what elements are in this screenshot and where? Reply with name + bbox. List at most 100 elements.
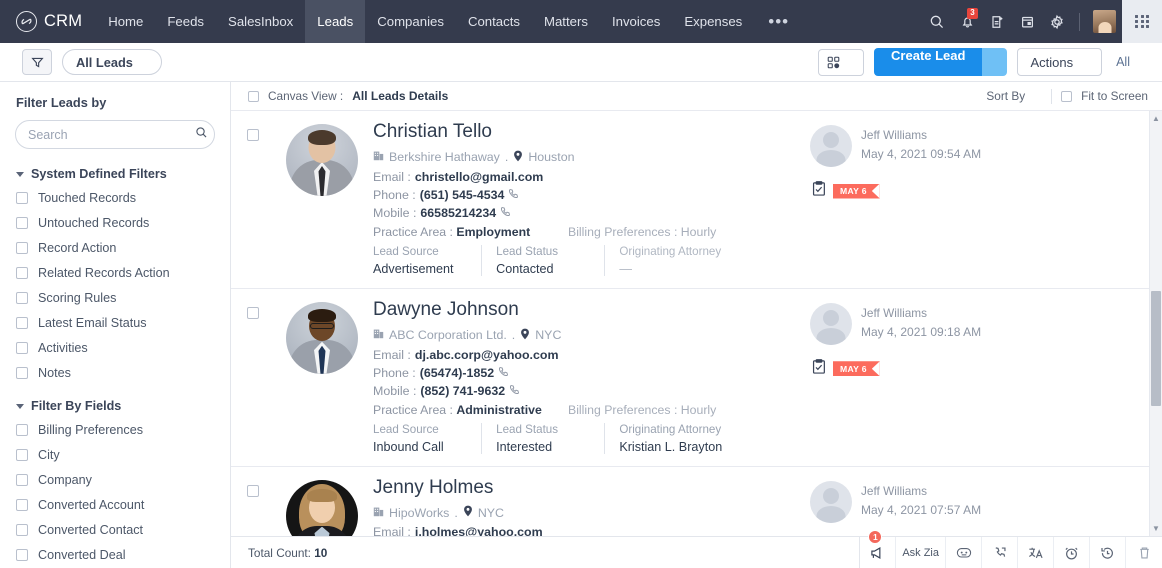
filter-item-converted-account[interactable]: Converted Account: [0, 492, 230, 517]
call-icon[interactable]: [500, 206, 511, 220]
checkbox[interactable]: [16, 316, 28, 329]
scrollbar-track[interactable]: [1150, 126, 1162, 521]
chat-bot-icon[interactable]: [946, 536, 982, 568]
funnel-icon[interactable]: [22, 49, 52, 75]
trash-icon[interactable]: [1126, 537, 1162, 568]
filter-item-activities[interactable]: Activities: [0, 335, 230, 360]
nav-item-contacts[interactable]: Contacts: [456, 0, 532, 43]
history-icon[interactable]: [1090, 536, 1126, 568]
owner-avatar[interactable]: [810, 125, 852, 167]
nav-item-feeds[interactable]: Feeds: [155, 0, 216, 43]
checkbox[interactable]: [16, 548, 28, 561]
checkbox[interactable]: [16, 266, 28, 279]
filter-item-untouched-records[interactable]: Untouched Records: [0, 210, 230, 235]
scroll-down-icon[interactable]: ▼: [1152, 521, 1160, 536]
brand[interactable]: CRM: [0, 0, 96, 43]
email-value[interactable]: j.holmes@yahoo.com: [415, 525, 543, 536]
task-checklist-icon[interactable]: [812, 181, 826, 201]
email-value[interactable]: christello@gmail.com: [415, 170, 543, 184]
actions-button[interactable]: Actions: [1017, 48, 1103, 76]
table-row[interactable]: Dawyne Johnson ABC Corporation Ltd. . NY…: [231, 289, 1162, 467]
all-filter-dropdown[interactable]: All: [1112, 55, 1148, 69]
filter-item-billing-preferences[interactable]: Billing Preferences: [0, 417, 230, 442]
create-lead-dropdown-icon[interactable]: [982, 48, 1008, 76]
scrollbar-thumb[interactable]: [1151, 291, 1161, 406]
filter-item-notes[interactable]: Notes: [0, 360, 230, 385]
filter-item-record-action[interactable]: Record Action: [0, 235, 230, 260]
owner-avatar[interactable]: [810, 302, 852, 345]
checkbox[interactable]: [16, 216, 28, 229]
filter-item-converted-contact[interactable]: Converted Contact: [0, 517, 230, 542]
nav-item-matters[interactable]: Matters: [532, 0, 600, 43]
translate-icon[interactable]: [1018, 536, 1054, 568]
filter-item-latest-email-status[interactable]: Latest Email Status: [0, 310, 230, 335]
record-name[interactable]: Jenny Holmes: [373, 477, 792, 500]
nav-more-button[interactable]: •••: [754, 0, 803, 43]
nav-item-salesinbox[interactable]: SalesInbox: [216, 0, 305, 43]
search-input-box[interactable]: [15, 120, 215, 149]
table-row[interactable]: Christian Tello Berkshire Hathaway . Hou…: [231, 111, 1162, 289]
timer-icon[interactable]: [1054, 536, 1090, 568]
row-checkbox[interactable]: [246, 129, 259, 141]
table-row[interactable]: Jenny Holmes HipoWorks . NYC Email: j.h…: [231, 467, 1162, 536]
filter-item-touched-records[interactable]: Touched Records: [0, 185, 230, 210]
record-name[interactable]: Christian Tello: [373, 121, 792, 144]
sort-by-label[interactable]: Sort By: [986, 89, 1025, 103]
email-value[interactable]: dj.abc.corp@yahoo.com: [415, 348, 559, 362]
row-checkbox[interactable]: [246, 306, 259, 319]
owner-avatar[interactable]: [810, 480, 852, 523]
checkbox[interactable]: [16, 341, 28, 354]
checkbox[interactable]: [16, 366, 28, 379]
task-checklist-icon[interactable]: [812, 358, 826, 379]
search-icon[interactable]: [195, 126, 208, 144]
record-name[interactable]: Dawyne Johnson: [373, 299, 792, 322]
create-lead-button[interactable]: Create Lead: [874, 48, 1008, 76]
checkbox[interactable]: [16, 498, 28, 511]
checkbox[interactable]: [16, 191, 28, 204]
filter-group-system-defined[interactable]: System Defined Filters: [0, 161, 230, 185]
avatar[interactable]: [286, 301, 358, 374]
checkbox[interactable]: [16, 423, 28, 436]
gear-icon[interactable]: [1042, 0, 1072, 43]
filter-group-filter-by-fields[interactable]: Filter By Fields: [0, 393, 230, 417]
nav-item-invoices[interactable]: Invoices: [600, 0, 672, 43]
fit-to-screen-checkbox[interactable]: [1061, 90, 1073, 102]
grid-view-icon[interactable]: [818, 48, 865, 76]
records-scrollbar[interactable]: ▲ ▼: [1149, 111, 1162, 536]
app-switcher-icon[interactable]: [1122, 0, 1162, 43]
call-icon[interactable]: [982, 536, 1018, 568]
canvas-view-value[interactable]: All Leads Details: [352, 89, 448, 103]
task-due-badge[interactable]: MAY 6: [833, 361, 880, 377]
checkbox[interactable]: [16, 241, 28, 254]
checkbox[interactable]: [16, 523, 28, 536]
search-icon[interactable]: [922, 0, 952, 43]
checkbox[interactable]: [16, 291, 28, 304]
filter-item-scoring-rules[interactable]: Scoring Rules: [0, 285, 230, 310]
user-avatar[interactable]: [1093, 10, 1116, 33]
scroll-up-icon[interactable]: ▲: [1152, 111, 1160, 126]
add-note-icon[interactable]: [982, 0, 1012, 43]
calendar-icon[interactable]: [1012, 0, 1042, 43]
view-selector-all-leads[interactable]: All Leads: [62, 49, 162, 75]
filter-item-related-records-action[interactable]: Related Records Action: [0, 260, 230, 285]
nav-item-expenses[interactable]: Expenses: [672, 0, 754, 43]
call-icon[interactable]: [508, 188, 519, 202]
nav-item-companies[interactable]: Companies: [365, 0, 456, 43]
nav-item-leads[interactable]: Leads: [305, 0, 366, 43]
checkbox[interactable]: [16, 473, 28, 486]
filter-item-company[interactable]: Company: [0, 467, 230, 492]
select-all-checkbox[interactable]: [248, 90, 259, 102]
row-checkbox[interactable]: [246, 484, 259, 497]
megaphone-icon[interactable]: 1: [860, 529, 897, 568]
checkbox[interactable]: [16, 448, 28, 461]
call-icon[interactable]: [498, 366, 509, 380]
nav-item-home[interactable]: Home: [96, 0, 155, 43]
call-icon[interactable]: [509, 384, 520, 398]
avatar[interactable]: [286, 124, 358, 196]
search-input[interactable]: [28, 127, 189, 142]
task-due-badge[interactable]: MAY 6: [833, 183, 880, 199]
bell-icon[interactable]: 3: [952, 0, 982, 43]
ask-zia-button[interactable]: Ask Zia: [896, 536, 946, 568]
filter-item-city[interactable]: City: [0, 442, 230, 467]
avatar[interactable]: [286, 479, 358, 536]
